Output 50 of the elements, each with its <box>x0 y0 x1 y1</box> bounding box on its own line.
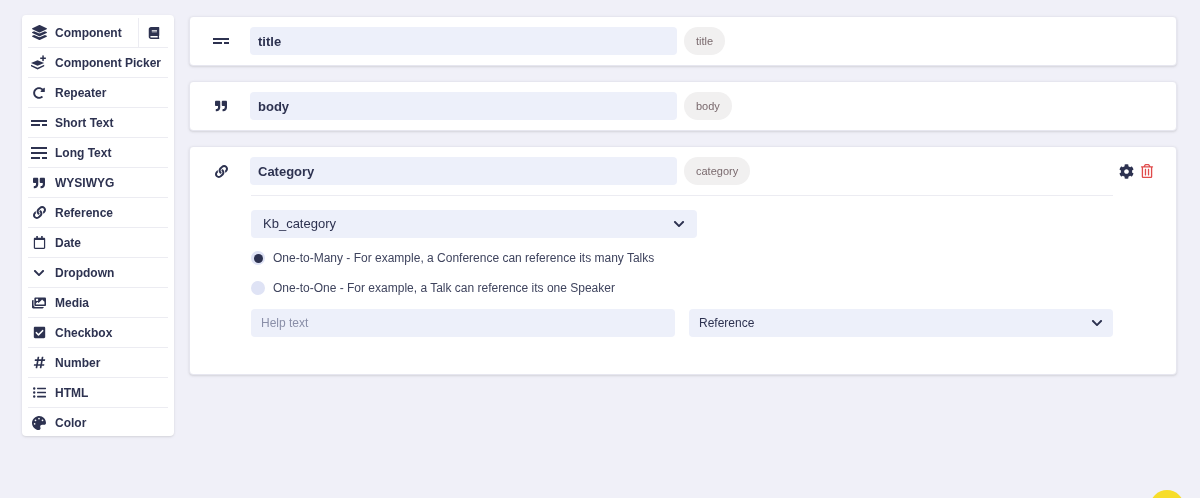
sidebar-item[interactable]: Date <box>28 228 168 257</box>
radio-label: One-to-Many - For example, a Conference can reference its many Talks <box>273 250 655 267</box>
field-name-input[interactable]: Category <box>250 157 677 185</box>
short-text-icon <box>213 36 229 46</box>
hash-icon <box>32 356 46 369</box>
repeat-icon <box>33 86 45 99</box>
field-key-tag: category <box>684 157 751 185</box>
link-icon <box>214 164 228 178</box>
settings-icon <box>1119 163 1134 179</box>
book-icon <box>147 26 160 39</box>
sidebar-item[interactable]: Dropdown <box>28 258 168 287</box>
link-icon <box>32 206 46 219</box>
delete-button[interactable] <box>1140 164 1154 178</box>
quote-icon <box>215 100 227 112</box>
sidebar-item[interactable]: Media <box>28 288 168 317</box>
image-icon <box>32 295 46 310</box>
settings-button[interactable] <box>1119 163 1134 179</box>
calendar-icon <box>32 236 46 249</box>
sidebar-item[interactable]: Long Text <box>28 138 168 167</box>
field-key-tag: title <box>684 27 726 55</box>
type-select[interactable]: Reference <box>689 309 1113 337</box>
layers-icon <box>31 25 47 40</box>
checkbox-icon <box>32 326 46 339</box>
sidebar-item[interactable]: Component Picker <box>28 48 168 77</box>
quote-icon <box>33 176 45 189</box>
sidebar-item[interactable]: Number <box>28 348 168 377</box>
sidebar-item[interactable]: Color <box>28 408 168 437</box>
sidebar-item[interactable]: HTML <box>28 378 168 407</box>
trash-icon <box>1140 164 1154 178</box>
radio-label: One-to-One - For example, a Talk can reference its one Speaker <box>273 280 615 297</box>
sidebar-item[interactable]: Reference <box>28 198 168 227</box>
help-text-input[interactable]: Help text <box>251 309 675 337</box>
short-text-icon <box>31 117 47 128</box>
field-name-input[interactable]: title <box>250 27 677 55</box>
list-icon <box>32 386 46 399</box>
sidebar-item[interactable]: Checkbox <box>28 318 168 347</box>
layers-plus-icon <box>31 55 47 70</box>
field-name-input[interactable]: body <box>250 92 677 120</box>
sidebar-item[interactable]: Short Text <box>28 108 168 137</box>
long-text-icon <box>31 146 47 159</box>
radio-button[interactable] <box>251 281 265 295</box>
sidebar-item[interactable]: Repeater <box>28 78 168 107</box>
field-key-tag: body <box>684 92 732 120</box>
collection-select[interactable]: Kb_category <box>251 210 697 238</box>
chevron-down-icon <box>673 218 685 230</box>
sidebar-item[interactable]: WYSIWYG <box>28 168 168 197</box>
radio-button[interactable] <box>251 251 265 265</box>
sidebar-item[interactable]: Component <box>28 18 138 47</box>
chevron-down-icon <box>1091 317 1103 329</box>
palette-icon <box>32 415 46 430</box>
